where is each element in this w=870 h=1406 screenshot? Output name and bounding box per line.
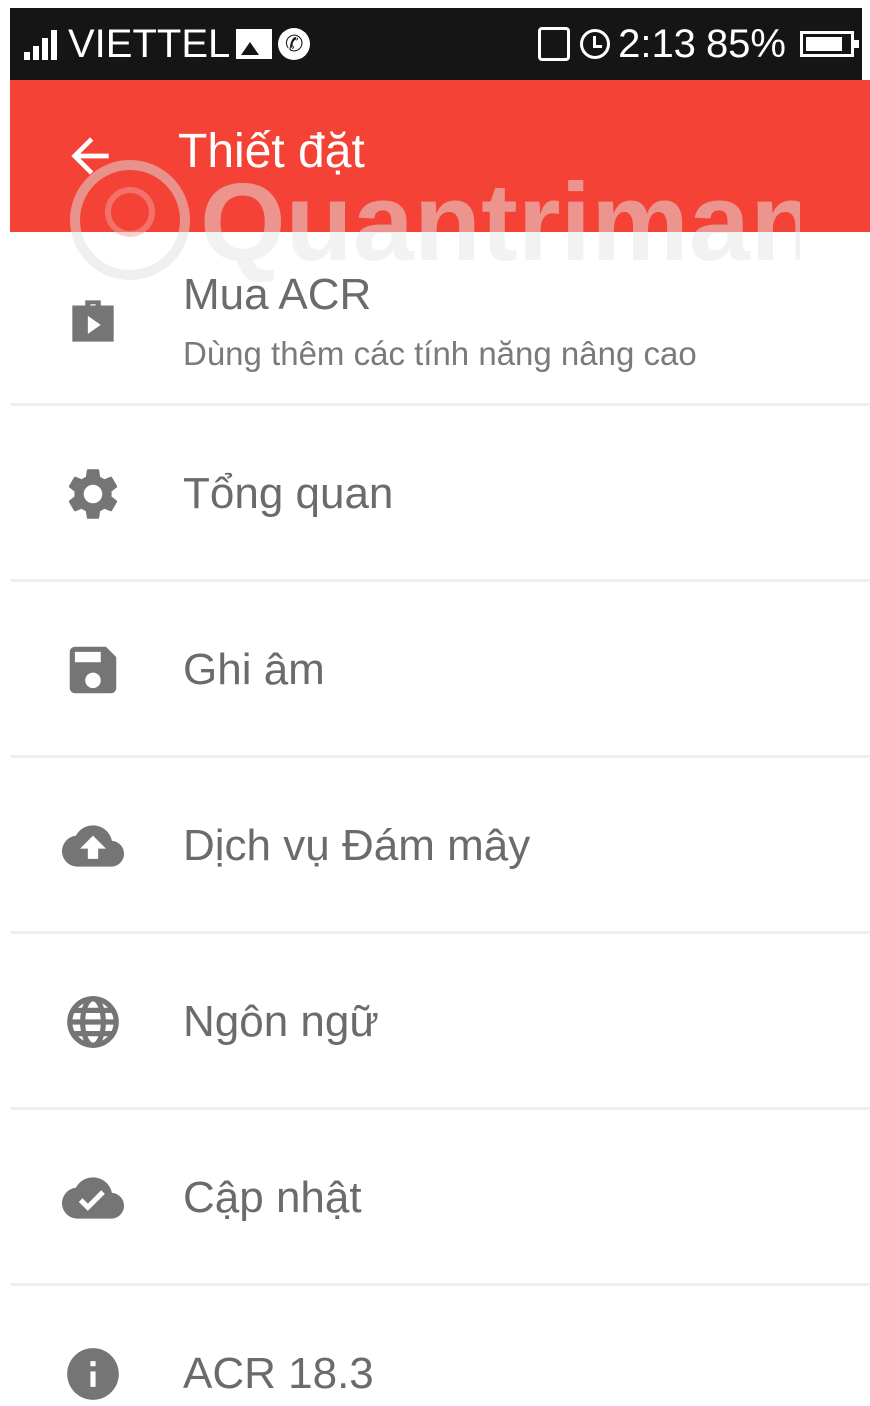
settings-item-label: ACR 18.3 bbox=[183, 1349, 374, 1398]
settings-item-update[interactable]: Cập nhật bbox=[10, 1110, 870, 1286]
settings-item-label: Tổng quan bbox=[183, 469, 394, 518]
info-icon bbox=[62, 1343, 124, 1405]
settings-item-recording[interactable]: Ghi âm bbox=[10, 582, 870, 758]
arrow-back-icon bbox=[71, 137, 109, 175]
vibrate-icon bbox=[538, 27, 571, 61]
app-bar: Thiết đặt bbox=[10, 80, 870, 232]
status-right: 2:13 85% bbox=[538, 22, 859, 66]
gear-icon bbox=[62, 463, 124, 525]
carrier-name: VIETTEL bbox=[68, 22, 231, 66]
status-left: VIETTEL ✆ bbox=[24, 22, 311, 66]
call-notification-icon: ✆ bbox=[278, 28, 311, 60]
save-icon bbox=[62, 639, 124, 701]
settings-item-label: Mua ACR bbox=[183, 270, 372, 319]
settings-item-buy[interactable]: Mua ACR Dùng thêm các tính năng nâng cao bbox=[10, 232, 870, 406]
frame-edge bbox=[0, 0, 10, 1398]
globe-icon bbox=[62, 991, 124, 1053]
settings-item-label: Dịch vụ Đám mây bbox=[183, 821, 531, 870]
settings-list: Mua ACR Dùng thêm các tính năng nâng cao… bbox=[10, 232, 870, 1406]
cloud-check-icon bbox=[62, 1167, 124, 1229]
cloud-upload-icon bbox=[62, 815, 124, 877]
settings-item-label: Ngôn ngữ bbox=[183, 997, 379, 1046]
battery-fill bbox=[806, 37, 842, 51]
alarm-icon bbox=[580, 29, 611, 59]
settings-item-general[interactable]: Tổng quan bbox=[10, 406, 870, 582]
back-button[interactable] bbox=[62, 128, 118, 184]
page-title: Thiết đặt bbox=[178, 125, 365, 178]
image-notification-icon bbox=[236, 29, 273, 59]
status-bar: VIETTEL ✆ 2:13 85% bbox=[10, 8, 862, 80]
settings-item-about[interactable]: ACR 18.3 bbox=[10, 1286, 870, 1406]
store-icon bbox=[62, 290, 124, 352]
settings-item-cloud[interactable]: Dịch vụ Đám mây bbox=[10, 758, 870, 934]
status-time: 2:13 bbox=[618, 22, 696, 66]
settings-item-sublabel: Dùng thêm các tính năng nâng cao bbox=[183, 335, 697, 372]
settings-item-label: Cập nhật bbox=[183, 1173, 362, 1222]
settings-item-language[interactable]: Ngôn ngữ bbox=[10, 934, 870, 1110]
battery-percent: 85% bbox=[705, 22, 786, 66]
signal-icon bbox=[24, 28, 60, 60]
settings-item-label: Ghi âm bbox=[183, 645, 325, 694]
battery-icon bbox=[800, 31, 859, 57]
